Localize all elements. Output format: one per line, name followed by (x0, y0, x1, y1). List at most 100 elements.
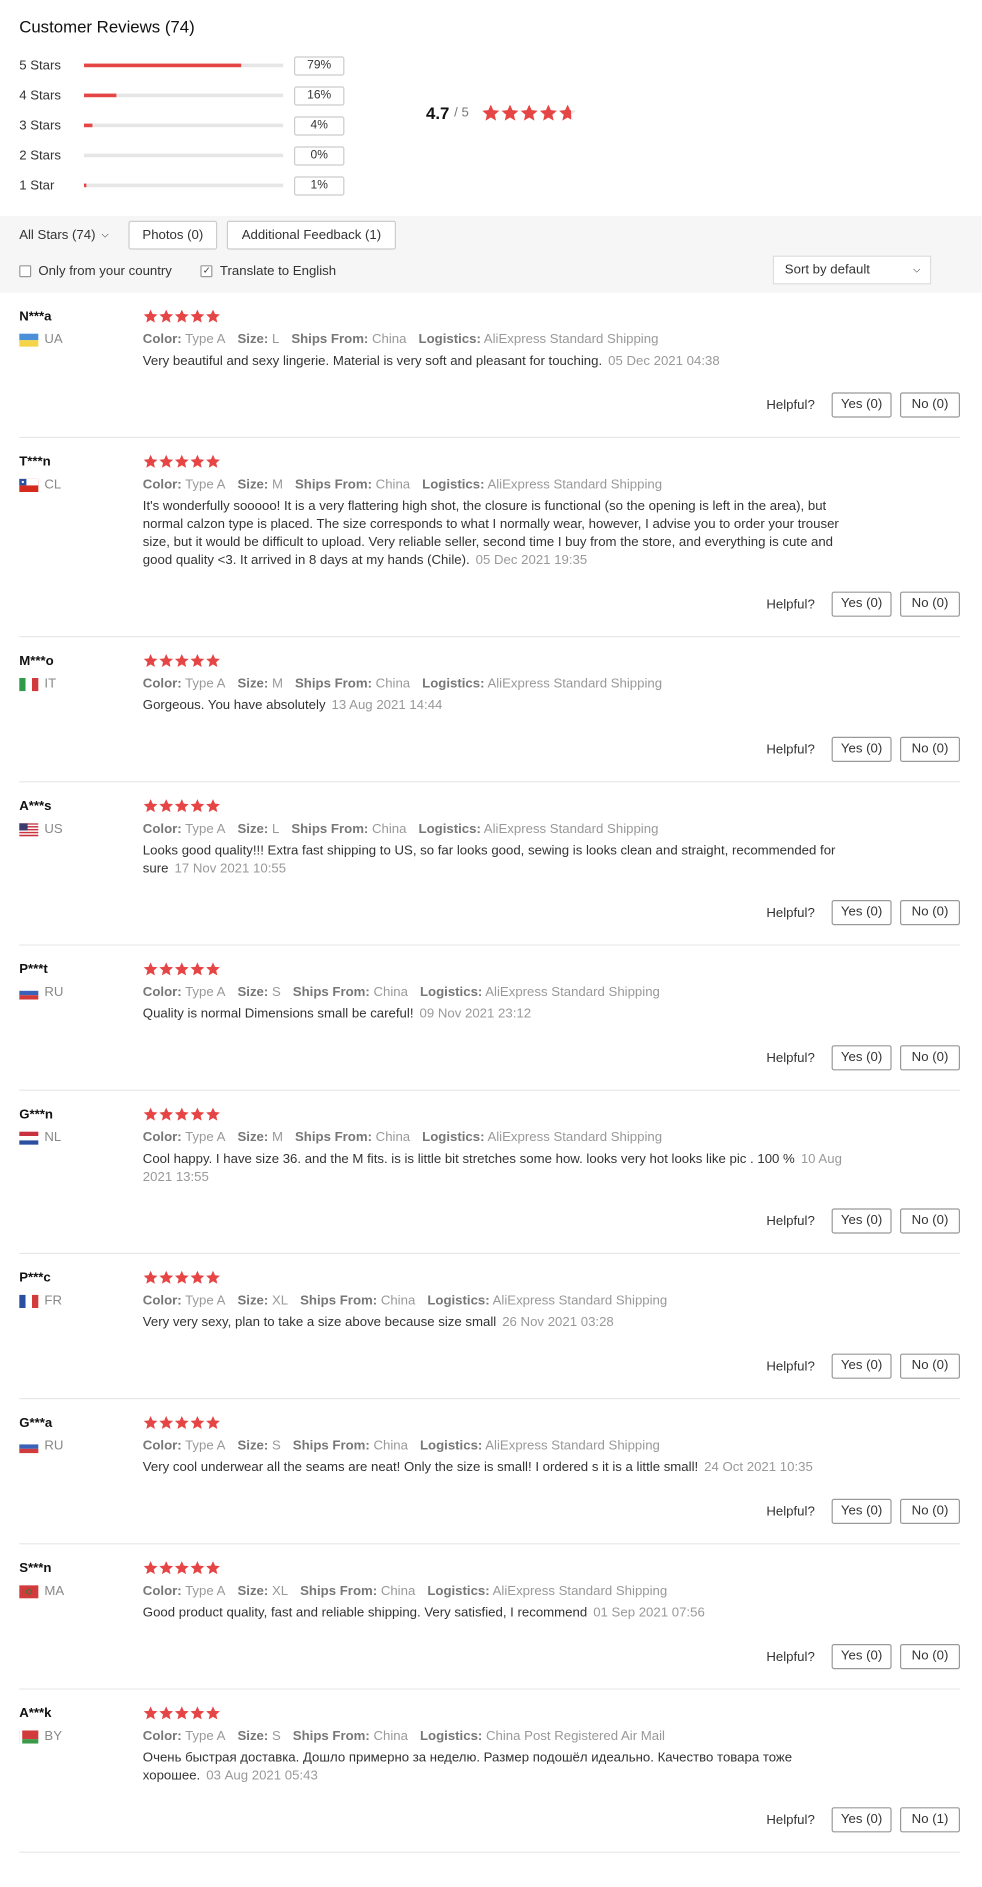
helpful-yes-button[interactable]: Yes (0) (831, 1045, 892, 1071)
attr-color-label: Color: (142, 1293, 182, 1308)
helpful-no-button[interactable]: No (1) (900, 1807, 961, 1833)
star-icon (205, 1106, 221, 1122)
review-body: Color: Type A Size: M Ships From: China Log… (143, 438, 961, 636)
star-icon (158, 1415, 174, 1431)
review-item: M***o IT Color: Type A Size: M Ships From: C… (19, 637, 961, 783)
helpful-label: Helpful? (766, 1812, 815, 1828)
attr-ships-label: Ships From: (292, 985, 370, 1000)
star-icon (190, 308, 206, 324)
reviewer: M***o IT (19, 654, 127, 691)
helpful-yes-button[interactable]: Yes (0) (831, 1498, 892, 1524)
helpful-no-button[interactable]: No (0) (900, 1353, 961, 1379)
country-code: RU (44, 1438, 64, 1454)
star-icon (190, 653, 206, 669)
distribution-percent: 16% (294, 85, 345, 106)
average-rating: 4.7 / 5 (426, 103, 577, 122)
helpful-no-button[interactable]: No (0) (900, 736, 961, 762)
attr-color-label: Color: (142, 985, 182, 1000)
attr-logistics-label: Logistics: (422, 477, 485, 493)
review-date: 09 Nov 2021 23:12 (419, 1006, 532, 1022)
distribution-fill (84, 63, 242, 68)
attr-ships-from: China (380, 1293, 416, 1308)
review-date: 01 Sep 2021 07:56 (593, 1605, 705, 1621)
helpful-row: Helpful? Yes (0) No (1) (143, 1807, 961, 1851)
helpful-no-button[interactable]: No (0) (900, 392, 961, 418)
attr-color: Type A (185, 985, 226, 1000)
average-out-of: / 5 (454, 105, 469, 121)
review-item: A***s US Color: Type A Size: L Ships From: C… (19, 782, 961, 946)
helpful-yes-button[interactable]: Yes (0) (831, 1208, 892, 1234)
distribution-percent: 79% (294, 55, 345, 75)
attr-logistics-label: Logistics: (419, 1729, 483, 1744)
helpful-yes-button[interactable]: Yes (0) (831, 392, 892, 418)
it-flag-icon (19, 677, 39, 691)
helpful-yes-button[interactable]: Yes (0) (831, 1644, 892, 1670)
attr-color: Type A (185, 1293, 226, 1308)
attr-color: Type A (185, 1130, 226, 1145)
star-icon (143, 798, 159, 814)
helpful-yes-button[interactable]: Yes (0) (831, 1807, 892, 1833)
reviewer-name: T***n (19, 454, 51, 470)
attr-size: S (271, 1438, 281, 1454)
helpful-no-button[interactable]: No (0) (900, 1045, 961, 1071)
distribution-fill (84, 183, 87, 188)
helpful-yes-button[interactable]: Yes (0) (831, 1353, 892, 1379)
review-attributes: Color: Type A Size: S Ships From: China Log… (143, 1439, 960, 1453)
additional-feedback-button[interactable]: Additional Feedback (1) (227, 220, 396, 250)
review-stars (143, 1560, 960, 1577)
helpful-yes-button[interactable]: Yes (0) (831, 900, 892, 926)
sort-select[interactable]: Sort by default ⌵ (772, 255, 932, 285)
attr-ships-from: China (372, 332, 407, 347)
attr-color: Type A (185, 1584, 226, 1599)
star-icon (190, 1270, 206, 1286)
attr-color: Type A (185, 477, 226, 493)
translate-checkbox[interactable]: ✓ Translate to English (200, 264, 336, 278)
review-text: Very very sexy, plan to take a size abov… (142, 1315, 497, 1330)
helpful-yes-button[interactable]: Yes (0) (831, 591, 892, 617)
distribution-bar (84, 93, 284, 98)
only-country-label: Only from your country (38, 264, 172, 279)
review-stars (143, 1415, 960, 1432)
ru-flag-icon (19, 985, 39, 1000)
all-stars-dropdown[interactable]: All Stars (74) ⌵ (19, 228, 109, 242)
attr-ships-label: Ships From: (294, 477, 372, 493)
country-code: CL (44, 477, 62, 493)
distribution-row: 1 Star 1% (19, 170, 962, 200)
review-body: Color: Type A Size: M Ships From: China Log… (143, 1091, 961, 1253)
helpful-no-button[interactable]: No (0) (900, 1208, 961, 1234)
country-code: IT (44, 676, 57, 692)
star-icon (190, 961, 206, 977)
star-icon (205, 308, 221, 324)
helpful-no-button[interactable]: No (0) (900, 591, 961, 617)
attr-logistics-label: Logistics: (419, 1438, 483, 1454)
star-icon (500, 103, 519, 122)
helpful-no-button[interactable]: No (0) (900, 900, 961, 926)
attr-ships-label: Ships From: (300, 1293, 378, 1308)
attr-ships-label: Ships From: (294, 676, 372, 692)
attr-color-label: Color: (142, 1729, 182, 1744)
by-flag-icon (19, 1729, 39, 1744)
attr-ships-label: Ships From: (294, 1130, 372, 1145)
review-stars (143, 454, 960, 471)
attr-color-label: Color: (142, 822, 182, 837)
helpful-no-button[interactable]: No (0) (900, 1498, 961, 1524)
distribution-row: 2 Stars 0% (19, 140, 962, 170)
only-country-checkbox[interactable]: Only from your country (19, 264, 172, 278)
helpful-yes-button[interactable]: Yes (0) (831, 736, 892, 762)
helpful-label: Helpful? (766, 1213, 815, 1229)
distribution-label: 3 Stars (19, 118, 62, 133)
review-text: Quality is normal Dimensions small be ca… (142, 1006, 414, 1022)
star-icon (558, 103, 577, 122)
star-icon (190, 798, 206, 814)
review-text-block: It's wonderfully sooooo! It is a very fl… (143, 498, 861, 570)
reviewer-name: S***n (19, 1561, 52, 1576)
photos-filter-button[interactable]: Photos (0) (127, 220, 218, 250)
star-icon (143, 454, 159, 470)
helpful-label: Helpful? (766, 1359, 815, 1374)
attr-size-label: Size: (237, 1729, 269, 1744)
attr-logistics: AliExpress Standard Shipping (483, 822, 659, 837)
star-icon (538, 103, 557, 122)
helpful-no-button[interactable]: No (0) (900, 1644, 961, 1670)
review-stars (143, 1705, 960, 1722)
checkbox-icon (19, 265, 32, 278)
